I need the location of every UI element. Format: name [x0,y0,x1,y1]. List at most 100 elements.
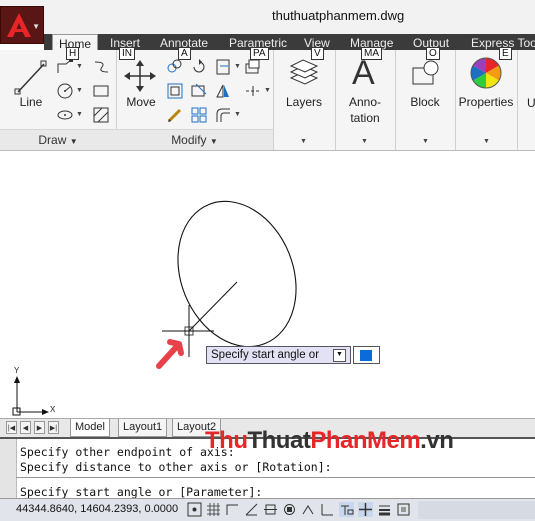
3d-object-snap-icon[interactable] [282,502,297,517]
chevron-down-icon: ▼ [69,137,78,146]
title-bar [0,0,535,34]
move-button[interactable]: Move [120,95,162,109]
ucs-y-label: Y [14,366,20,375]
circle-icon[interactable] [56,82,74,100]
annotation-arrow [156,339,184,369]
application-menu-button[interactable]: ▼ [0,6,44,44]
chevron-down-icon[interactable]: ▼ [76,63,83,70]
keytip-insert: IN [119,47,135,60]
erase-icon[interactable] [244,58,262,76]
spline-icon[interactable] [92,58,110,76]
layers-panel[interactable]: Layers ▼ [273,50,336,150]
ellipse-icon[interactable] [56,106,74,124]
polar-tracking-icon[interactable] [244,502,259,517]
ucs-x-label: X [50,405,56,414]
chevron-down-icon: ▼ [483,138,490,145]
grid-display-icon[interactable] [206,502,221,517]
prev-layout-icon[interactable]: ◀ [20,421,31,434]
transparency-icon[interactable] [396,502,411,517]
tab-model[interactable]: Model [70,419,110,437]
object-snap-tracking-icon[interactable] [301,502,316,517]
autocad-logo-icon [7,13,31,37]
modify-panel: Move ▼ ▼ ▼ Modify ▼ [116,50,274,150]
chevron-down-icon[interactable]: ▼ [234,63,241,70]
annotation-label-2: tation [350,111,380,125]
draw-panel-label: Draw [38,133,67,147]
block-button: Block [410,95,440,109]
watermark-part-3: PhanMem [310,427,421,454]
status-bar: 44344.8640, 14604.2393, 0.0000 [0,498,535,521]
move-icon[interactable] [124,60,156,92]
input-cursor [360,350,372,361]
ribbon: H IN A PA V MA O E Line ▼ ▼ ▼ Draw ▼ Mov… [0,47,535,151]
rotate-icon[interactable] [190,58,208,76]
keytip-annotate: A [178,47,191,60]
lineweight-icon[interactable] [377,502,392,517]
stretch-icon[interactable] [214,82,232,100]
chevron-down-icon: ▼ [32,22,40,31]
properties-panel[interactable]: Properties ▼ [455,50,518,150]
keytip-output: O [426,47,440,60]
copy-icon[interactable] [166,58,184,76]
chevron-down-icon: ▼ [422,138,429,145]
next-layout-icon[interactable]: ▶ [34,421,45,434]
offset-icon[interactable] [214,106,232,124]
draw-panel-title[interactable]: Draw ▼ [0,129,116,150]
annotation-label-1: Anno- [348,95,382,109]
crosshair-toggle-icon[interactable] [358,502,373,517]
modify-panel-title[interactable]: Modify ▼ [116,129,273,150]
mirror-icon[interactable] [166,82,184,100]
watermark: ThuThuatPhanMem.vn [205,427,454,455]
dynamic-input-icon[interactable] [339,502,354,517]
polyline-icon[interactable] [56,58,74,76]
layers-button: Layers [285,95,323,109]
pencil-icon[interactable] [166,106,184,124]
rubber-band-line [188,281,238,332]
fillet-icon[interactable] [190,82,208,100]
document-title: thuthuatphanmem.dwg [272,8,405,23]
keytip-home: H [66,47,80,60]
keytip-manage: MA [361,47,382,60]
color-wheel-icon [470,57,502,89]
drawing-geometry [12,200,297,416]
chevron-down-icon[interactable]: ▼ [264,87,271,94]
draw-panel: Line ▼ ▼ ▼ Draw ▼ [0,50,117,150]
rectangle-icon[interactable] [92,82,110,100]
array-icon[interactable] [190,106,208,124]
command-divider [16,477,535,478]
command-prompt[interactable]: Specify start angle or [Parameter]: [20,485,262,499]
command-window-grip[interactable] [0,439,17,500]
hatch-icon[interactable] [92,106,110,124]
coordinate-readout[interactable]: 44344.8640, 14604.2393, 0.0000 [16,503,178,515]
command-history-line-1: Specify other endpoint of axis: [20,445,235,459]
line-icon[interactable] [14,60,48,96]
snap-mode-icon[interactable] [187,502,202,517]
chevron-down-icon[interactable]: ▼ [76,87,83,94]
ribbon-tab-bar: Home Insert Annotate Parametric View Man… [44,34,535,51]
last-layout-icon[interactable]: ▶| [48,421,59,434]
first-layout-icon[interactable]: |◀ [6,421,17,434]
ellipse-shape [177,200,297,348]
trim-icon[interactable] [214,58,232,76]
keytip-express-tools: E [499,47,512,60]
layers-icon [289,59,319,85]
annotation-panel[interactable]: A Anno- tation ▼ [335,50,396,150]
scale-icon[interactable] [244,82,262,100]
watermark-part-1: Thu [205,427,248,454]
ribbon-overflow-label: U [527,96,535,110]
chevron-down-icon[interactable]: ▼ [76,111,83,118]
chevron-down-icon[interactable]: ▼ [234,111,241,118]
ribbon-overflow[interactable]: U [519,50,535,150]
tab-layout1[interactable]: Layout1 [118,419,168,437]
block-icon [412,60,439,85]
ortho-mode-icon[interactable] [225,502,240,517]
drawing-canvas[interactable]: Y X [0,152,535,418]
ucs-toggle-icon[interactable] [320,502,335,517]
dynamic-input-field[interactable] [353,346,380,364]
chevron-down-icon[interactable]: ▼ [333,349,346,362]
command-history-line-2: Specify distance to other axis or [Rotat… [20,460,332,474]
block-panel[interactable]: Block ▼ [395,50,456,150]
object-snap-icon[interactable] [263,502,278,517]
status-tray [418,501,535,519]
line-button[interactable]: Line [10,95,52,109]
